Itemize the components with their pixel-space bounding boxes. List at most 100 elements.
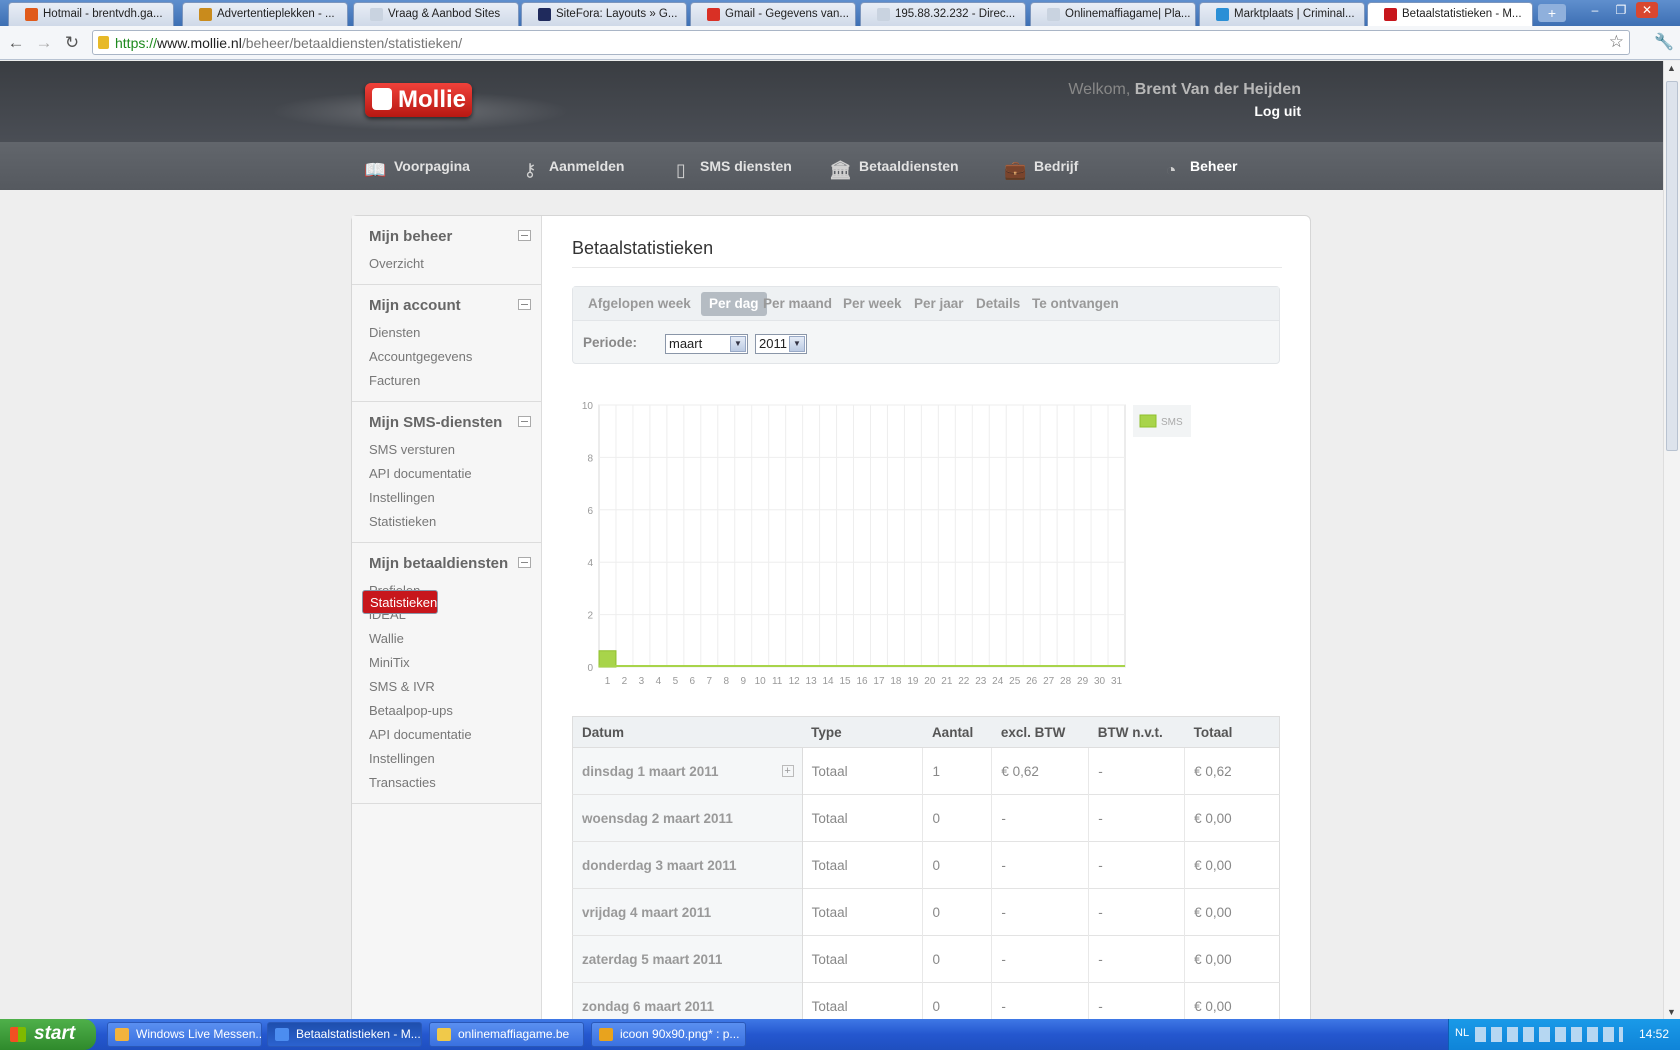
new-tab-button[interactable]: + [1538,4,1566,22]
scroll-down-icon[interactable]: ▼ [1667,1007,1676,1017]
y-tick-label: 0 [587,663,593,674]
sidebar-section-title[interactable]: Mijn SMS-diensten [352,402,541,438]
close-tab-icon[interactable]: × [518,7,519,21]
tab-te-ontvangen[interactable]: Te ontvangen [1024,292,1127,316]
nav-sms-diensten[interactable]: ▯ SMS diensten [670,142,792,190]
sidebar-item[interactable]: Instellingen [362,747,536,771]
language-indicator[interactable]: NL [1455,1027,1469,1039]
close-tab-icon[interactable]: × [1364,7,1365,21]
nav-betaaldiensten[interactable]: 🏛 Betaaldiensten [829,142,959,190]
logout-link[interactable]: Log uit [1254,103,1301,119]
sidebar-section-title[interactable]: Mijn account [352,285,541,321]
browser-tab[interactable]: Advertentieplekken - ... × [182,2,348,26]
collapse-icon[interactable] [518,557,531,568]
browser-tab[interactable]: Onlinemaffiagame| Pla... × [1030,2,1196,26]
back-icon[interactable]: ← [6,33,26,53]
table-row[interactable]: vrijdag 4 maart 2011 Totaal 0 - - € 0,00 [572,888,1280,936]
tab-afgelopen-week[interactable]: Afgelopen week [580,292,699,316]
nav-bedrijf[interactable]: 💼 Bedrijf [1004,142,1078,190]
sidebar-item[interactable]: Statistieken [362,590,439,614]
sidebar: Mijn beheer Overzicht Mijn account Diensten… [352,216,542,1019]
sidebar-item[interactable]: Statistieken [362,510,536,534]
windows-taskbar: start NL 14:52 Windows Live Messen... Bet… [0,1019,1680,1050]
cell-text: woensdag 2 maart 2011 [582,810,733,826]
close-tab-icon[interactable]: × [686,7,687,21]
table-row[interactable]: donderdag 3 maart 2011 Totaal 0 - - € 0,00 [572,841,1280,889]
cell-text: donderdag 3 maart 2011 [582,857,737,873]
sidebar-item[interactable]: API documentatie [362,462,536,486]
scroll-up-icon[interactable]: ▲ [1667,63,1676,73]
phone-icon: ▯ [676,160,686,180]
browser-tab[interactable]: Vraag & Aanbod Sites × [353,2,519,26]
browser-tab[interactable]: Hotmail - brentvdh.ga... × [8,2,174,26]
tray-icons[interactable] [1475,1027,1623,1042]
close-tab-icon[interactable]: × [1532,7,1533,21]
sidebar-item[interactable]: MiniTix [362,651,536,675]
sidebar-item[interactable]: API documentatie [362,723,536,747]
nav-beheer[interactable]: ◔ Beheer [1160,142,1238,190]
close-tab-icon[interactable]: × [347,7,348,21]
sidebar-item[interactable]: Overzicht [362,252,536,276]
tab-per-maand[interactable]: Per maand [755,292,840,316]
browser-tab[interactable]: Gmail - Gegevens van... × [690,2,856,26]
tab-per-jaar[interactable]: Per jaar [906,292,972,316]
minimize-icon[interactable]: – [1584,2,1606,18]
page-scrollbar[interactable]: ▲ ▼ [1663,61,1680,1019]
month-select[interactable]: maart ▼ [665,334,748,354]
sms-chart: 02468101 2 3 4 5 6 7 8 9 10 11 12 13 14 15 16 17 18 19 20 21… [582,401,1191,687]
sidebar-item[interactable]: Transacties [362,771,536,795]
year-select[interactable]: 2011 ▼ [755,334,807,354]
x-tick-label: 8 [723,676,729,687]
cell-text: zondag 6 maart 2011 [582,998,715,1014]
close-window-icon[interactable]: ✕ [1636,2,1658,18]
sidebar-item[interactable]: Facturen [362,369,536,393]
collapse-icon[interactable] [518,230,531,241]
x-tick-label: 31 [1111,676,1123,687]
close-tab-icon[interactable]: × [1195,7,1196,21]
sidebar-section-title[interactable]: Mijn beheer [352,216,541,252]
bookmark-star-icon[interactable]: ☆ [1609,32,1624,52]
cell-text: - [1001,904,1006,920]
scrollbar-thumb[interactable] [1666,81,1678,451]
expand-icon[interactable]: + [781,765,794,777]
mollie-logo[interactable]: Mollie [365,83,472,117]
y-tick-label: 10 [582,401,594,412]
table-row[interactable]: woensdag 2 maart 2011 Totaal 0 - - € 0,00 [572,794,1280,842]
browser-tab[interactable]: Marktplaats | Criminal... × [1199,2,1365,26]
sidebar-item[interactable]: Accountgegevens [362,345,536,369]
table-row[interactable]: zondag 6 maart 2011 Totaal 0 - - € 0,00 [572,982,1280,1019]
taskbar-button[interactable]: Windows Live Messen... [107,1022,262,1047]
tab-per-week[interactable]: Per week [835,292,910,316]
sidebar-section-title[interactable]: Mijn betaaldiensten [352,543,541,579]
taskbar-button[interactable]: icoon 90x90.png* : p... [591,1022,746,1047]
restore-icon[interactable]: ❐ [1610,2,1632,18]
close-tab-icon[interactable]: × [855,7,856,21]
collapse-icon[interactable] [518,416,531,427]
sidebar-item[interactable]: Instellingen [362,486,536,510]
nav-voorpagina[interactable]: 📖 Voorpagina [364,142,470,190]
browser-tab[interactable]: 195.88.32.232 - Direc... × [860,2,1026,26]
collapse-icon[interactable] [518,299,531,310]
tab-details[interactable]: Details [968,292,1028,316]
sidebar-item[interactable]: SMS & IVR [362,675,536,699]
browser-tab[interactable]: Betaalstatistieken - M... × [1367,2,1533,27]
taskbar-button[interactable]: onlinemaffiagame.be [429,1022,584,1047]
table-row[interactable]: dinsdag 1 maart 2011 + Totaal 1 € 0,62 - € 0,6… [572,747,1280,795]
taskbar-button[interactable]: Betaalstatistieken - M... [267,1022,422,1047]
browser-tab[interactable]: SiteFora: Layouts » G... × [521,2,687,26]
wrench-icon[interactable]: 🔧 [1654,32,1674,52]
start-button[interactable]: start [0,1019,96,1050]
key-icon: ⚷ [523,160,537,180]
sidebar-item[interactable]: Wallie [362,627,536,651]
sidebar-item[interactable]: Diensten [362,321,536,345]
sidebar-item[interactable]: Betaalpop-ups [362,699,536,723]
filter-tabs: Afgelopen week Per dag Per maand Per week Pe… [573,287,1279,321]
reload-icon[interactable]: ↻ [62,33,82,53]
forward-icon[interactable]: → [34,33,54,53]
sidebar-item[interactable]: SMS versturen [362,438,536,462]
close-tab-icon[interactable]: × [173,7,174,21]
close-tab-icon[interactable]: × [1025,7,1026,21]
table-row[interactable]: zaterdag 5 maart 2011 Totaal 0 - - € 0,00 [572,935,1280,983]
address-bar[interactable]: https://www.mollie.nl/beheer/betaaldiens… [92,30,1630,55]
nav-aanmelden[interactable]: ⚷ Aanmelden [519,142,624,190]
